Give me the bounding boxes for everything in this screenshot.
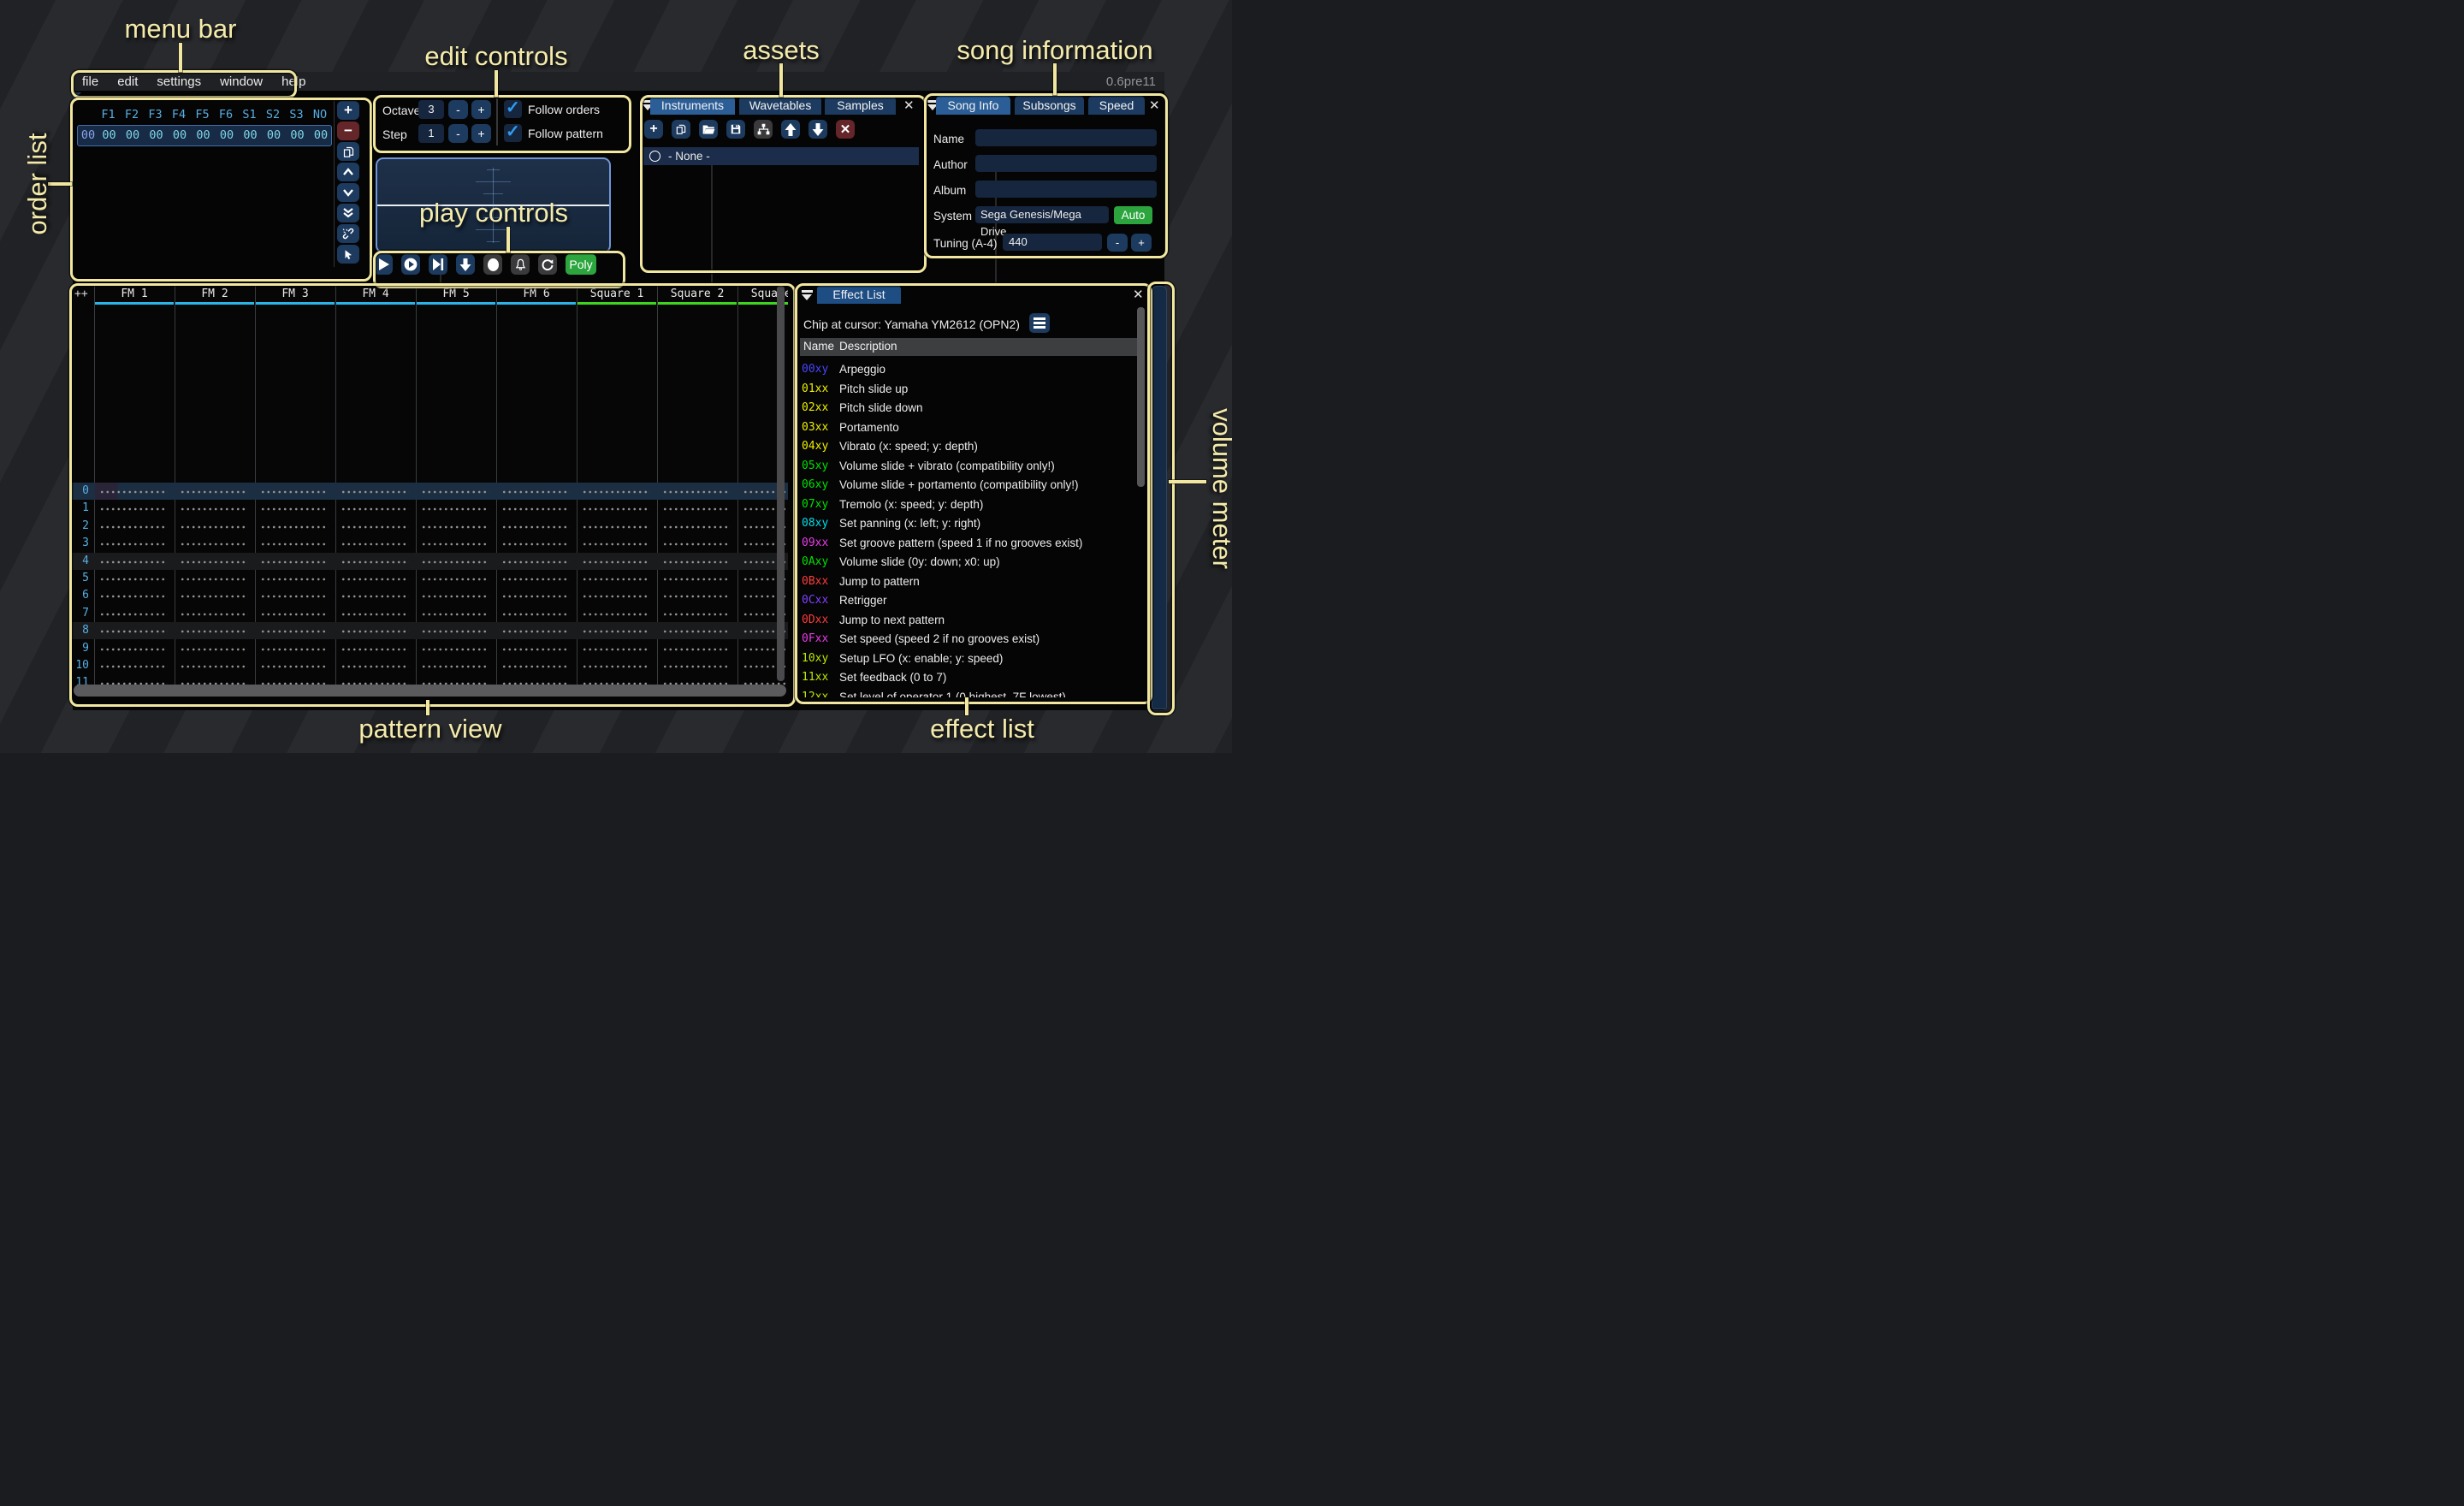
desktop-background: fileeditsettingswindowhelp 0.6pre11 F1F2… [0, 0, 1232, 753]
annotation-assets: assets [743, 35, 820, 66]
annotation-box-effect-list [795, 283, 1152, 704]
annotation-line [1169, 480, 1206, 483]
annotation-box-edit-controls [373, 95, 631, 153]
annotation-line [779, 63, 783, 97]
annotation-line [1053, 63, 1057, 95]
annotation-box-pattern-view [69, 283, 796, 707]
annotation-line [965, 697, 968, 715]
annotation-volume-meter: volume meter [1206, 408, 1232, 569]
annotation-effect-list: effect list [930, 714, 1034, 744]
version-text: 0.6pre11 [1106, 74, 1164, 89]
annotation-play-controls: play controls [419, 198, 568, 228]
annotation-song-information: song information [957, 35, 1152, 66]
annotation-order-list: order list [22, 133, 53, 235]
annotation-box-song-information [924, 93, 1168, 258]
annotation-line [506, 227, 510, 252]
annotation-box-assets [640, 95, 927, 273]
annotation-edit-controls: edit controls [424, 41, 567, 72]
annotation-box-order-list [70, 98, 372, 282]
annotation-line [495, 70, 498, 97]
annotation-line [179, 43, 182, 72]
annotation-box-volume-meter [1147, 282, 1175, 715]
annotation-menu-bar: menu bar [125, 14, 237, 44]
annotation-box-menu-bar [71, 70, 297, 98]
annotation-pattern-view: pattern view [358, 714, 501, 744]
